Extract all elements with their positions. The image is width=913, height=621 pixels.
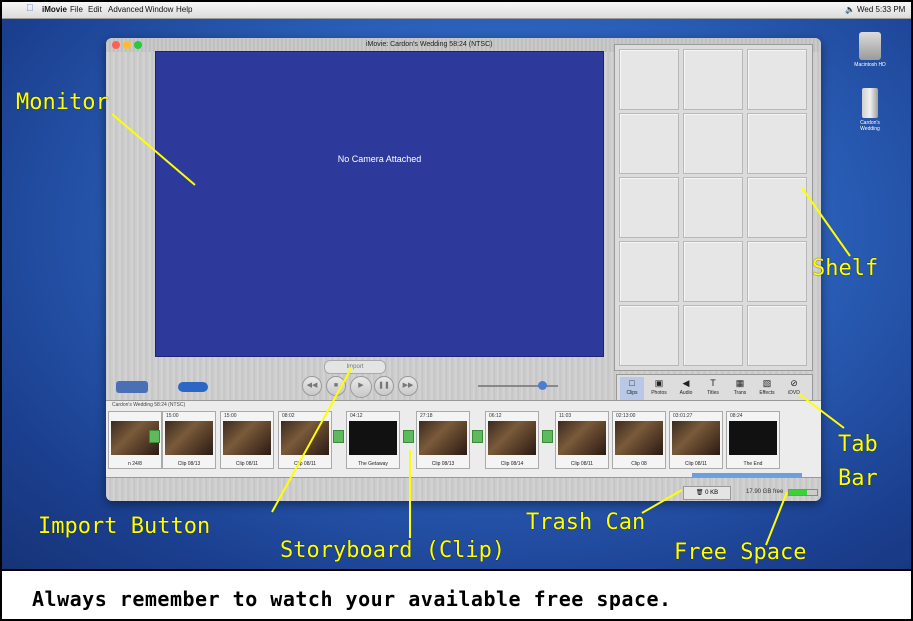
label-tab: Tab [838,432,878,457]
import-button-pointer [271,366,353,513]
tab-bar-pointer [798,393,845,429]
label-monitor: Monitor [16,90,109,115]
label-trash-can: Trash Can [526,510,646,535]
caption: Always remember to watch your available … [32,587,672,611]
shelf-pointer [801,187,851,257]
label-storyboard: Storyboard (Clip) [280,538,506,563]
label-shelf: Shelf [812,256,879,281]
callout-lines [111,113,851,546]
label-free-space: Free Space [674,540,807,565]
screenshot-frame:  iMovie File Edit Advanced Window Help … [0,0,913,621]
caption-divider [2,569,911,571]
desktop:  iMovie File Edit Advanced Window Help … [2,2,911,569]
label-bar: Bar [838,466,878,491]
label-import-button: Import Button [38,514,211,539]
monitor-pointer [111,113,196,186]
trash-can-pointer [641,489,683,514]
free-space-pointer [765,491,788,546]
